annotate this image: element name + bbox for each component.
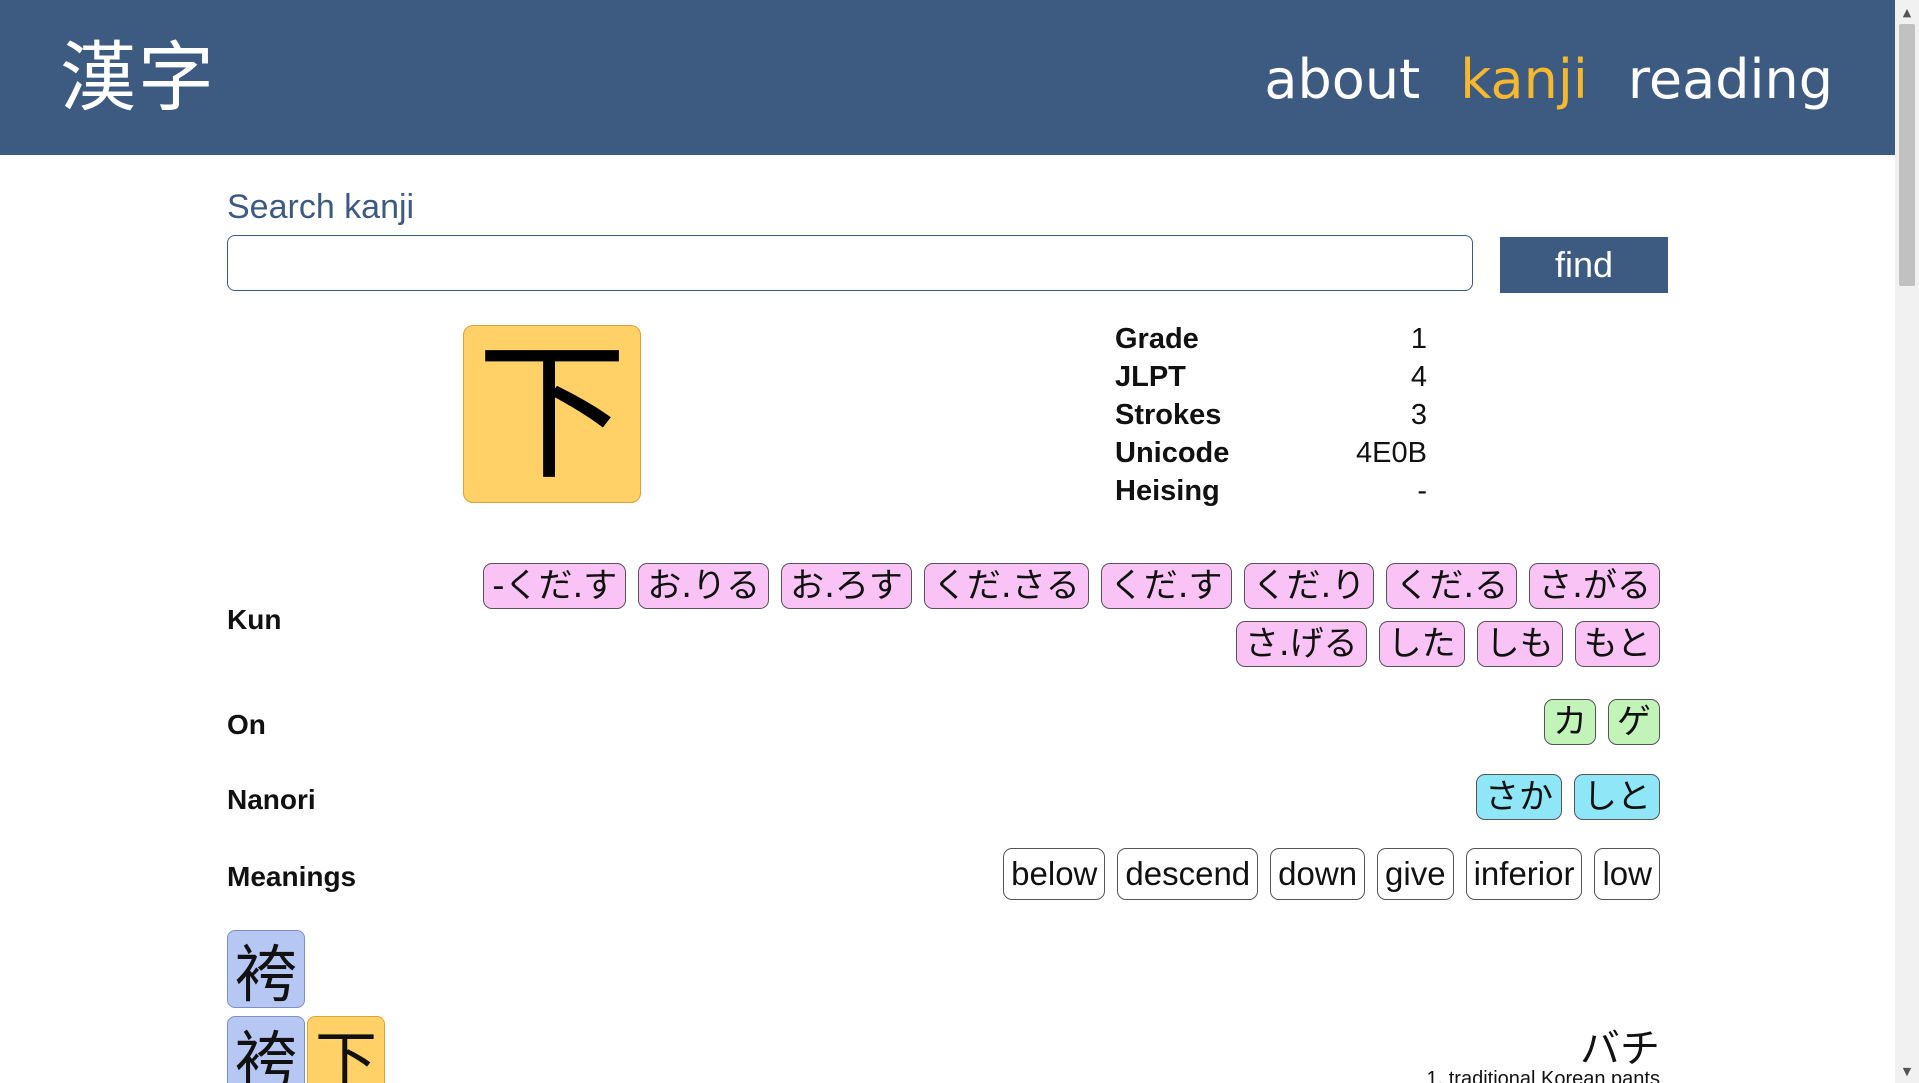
word-kanji-tile[interactable]: 袴 [227,1016,305,1083]
stat-grade: Grade 1 [1115,320,1427,358]
kun-reading-chip[interactable]: くだ.す [1100,563,1232,609]
nav-about[interactable]: about [1264,44,1420,116]
word-kanji-tile-current[interactable]: 下 [307,1016,385,1083]
search-label: Search kanji [227,188,415,226]
nanori-label: Nanori [227,784,316,815]
meaning-chip[interactable]: inferior [1465,848,1583,900]
nav-reading[interactable]: reading [1628,44,1833,116]
stat-label: Grade [1115,322,1199,355]
meaning-chip[interactable]: descend [1117,848,1259,900]
stat-label: Strokes [1115,398,1222,431]
on-reading-chip[interactable]: ゲ [1608,699,1660,745]
kun-reading-chip[interactable]: -くだ.す [483,563,627,609]
site-header: 漢字 about kanji reading [0,0,1895,155]
nanori-reading-chip[interactable]: しと [1574,774,1660,820]
on-readings: カ ゲ [1544,699,1660,745]
stat-label: JLPT [1115,360,1186,393]
page-viewport: 漢字 about kanji reading Search kanji find… [0,0,1895,1083]
related-kanji-tile[interactable]: 袴 [227,930,305,1011]
stat-value: 3 [1410,398,1427,431]
kun-reading-chip[interactable]: お.ろす [781,563,912,609]
kun-reading-chip[interactable]: お.りる [638,563,770,609]
meaning-chip[interactable]: give [1377,848,1454,900]
main-nav: about kanji reading [1264,44,1833,116]
kun-reading-chip[interactable]: くだ.さる [923,563,1089,609]
kun-readings: -くだ.す お.りる お.ろす くだ.さる くだ.す くだ.り くだ.る さ.が… [360,563,1660,667]
meanings-list: below descend down give inferior low [1003,848,1660,900]
nanori-readings: さか しと [1476,774,1660,820]
kun-reading-chip[interactable]: くだ.る [1386,563,1518,609]
page-scrollbar[interactable]: ▲ ▼ [1895,0,1919,1083]
stat-unicode: Unicode 4E0B [1115,434,1427,472]
kun-reading-chip[interactable]: さ.げる [1235,621,1367,667]
kun-reading-chip[interactable]: くだ.り [1243,563,1375,609]
stat-strokes: Strokes 3 [1115,396,1427,434]
meaning-chip[interactable]: below [1003,848,1106,900]
stat-value: 4 [1410,360,1427,393]
scrollbar-thumb[interactable] [1899,24,1915,286]
find-button[interactable]: find [1500,237,1668,293]
word-reading: バチ [1580,1026,1660,1072]
meaning-chip[interactable]: low [1594,848,1660,900]
kanji-character: 下 [476,327,627,501]
kanji-card: 下 [463,325,641,503]
kun-reading-chip[interactable]: もと [1574,621,1660,667]
kanji-stats: Grade 1 JLPT 4 Strokes 3 Unicode 4E0B He… [1115,320,1427,510]
stat-jlpt: JLPT 4 [1115,358,1427,396]
word-definition: 1. traditional Korean pants [1426,1068,1661,1083]
nav-kanji[interactable]: kanji [1460,44,1588,116]
stat-value: - [1417,474,1427,507]
stat-value: 4E0B [1356,436,1427,469]
scroll-up-arrow-icon[interactable]: ▲ [1895,2,1919,22]
scroll-down-arrow-icon[interactable]: ▼ [1895,1061,1919,1081]
site-logo[interactable]: 漢字 [60,28,216,128]
on-reading-chip[interactable]: カ [1544,699,1596,745]
meaning-chip[interactable]: down [1270,848,1366,900]
meanings-label: Meanings [227,861,357,892]
stat-value: 1 [1410,322,1427,355]
nanori-reading-chip[interactable]: さか [1476,774,1562,820]
search-input[interactable] [227,235,1473,291]
kun-label: Kun [227,604,282,635]
stat-heising: Heising - [1115,472,1427,510]
on-label: On [227,709,266,740]
kun-reading-chip[interactable]: した [1378,621,1465,667]
stat-label: Unicode [1115,436,1230,469]
kun-reading-chip[interactable]: しも [1476,621,1563,667]
stat-label: Heising [1115,474,1220,507]
kun-reading-chip[interactable]: さ.がる [1529,563,1660,609]
